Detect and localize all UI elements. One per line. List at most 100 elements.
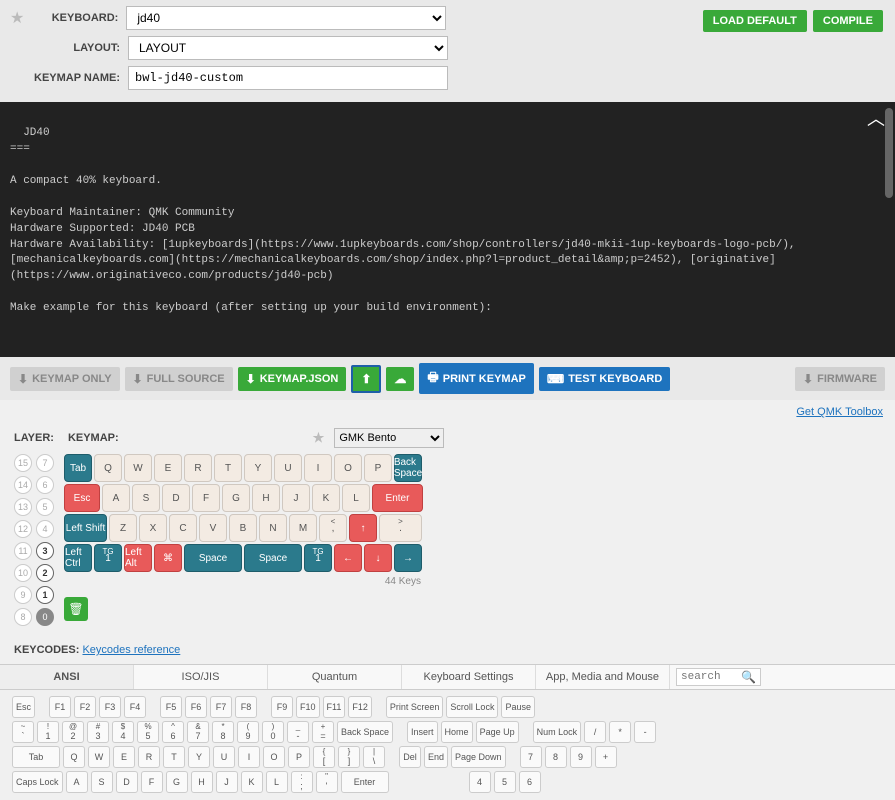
layer-10[interactable]: 10 bbox=[14, 564, 32, 582]
layer-6[interactable]: 6 bbox=[36, 476, 54, 494]
key-tab[interactable]: Tab bbox=[64, 454, 92, 482]
keycode-del[interactable]: Del bbox=[399, 746, 421, 768]
keycode-g[interactable]: G bbox=[166, 771, 188, 793]
key-z[interactable]: Z bbox=[109, 514, 137, 542]
keycode-/[interactable]: / bbox=[584, 721, 606, 743]
keyboard-select[interactable]: jd40 bbox=[126, 6, 446, 30]
key-→[interactable]: → bbox=[394, 544, 422, 572]
keycode-f2[interactable]: F2 bbox=[74, 696, 96, 718]
keycode-8[interactable]: 8 bbox=[545, 746, 567, 768]
chevron-up-icon[interactable]: ︿ bbox=[867, 108, 885, 134]
keycode-w[interactable]: W bbox=[88, 746, 110, 768]
keycode-5[interactable]: 5 bbox=[494, 771, 516, 793]
keycode-f[interactable]: F bbox=[141, 771, 163, 793]
keycode-num-lock[interactable]: Num Lock bbox=[533, 721, 582, 743]
key-v[interactable]: V bbox=[199, 514, 227, 542]
tab-quantum[interactable]: Quantum bbox=[268, 665, 402, 689]
layer-13[interactable]: 13 bbox=[14, 498, 32, 516]
key-d[interactable]: D bbox=[162, 484, 190, 512]
keycode-f7[interactable]: F7 bbox=[210, 696, 232, 718]
layer-7[interactable]: 7 bbox=[36, 454, 54, 472]
tab-iso-jis[interactable]: ISO/JIS bbox=[134, 665, 268, 689]
favorite-star-icon[interactable]: ★ bbox=[10, 8, 24, 28]
key-.[interactable]: >. bbox=[379, 514, 422, 542]
layer-0[interactable]: 0 bbox=[36, 608, 54, 626]
key-o[interactable]: O bbox=[334, 454, 362, 482]
keycode-8[interactable]: *8 bbox=[212, 721, 234, 743]
key-b[interactable]: B bbox=[229, 514, 257, 542]
print-keymap-button[interactable]: 🖶PRINT KEYMAP bbox=[419, 363, 533, 394]
layer-8[interactable]: 8 bbox=[14, 608, 32, 626]
keycode-;[interactable]: :; bbox=[291, 771, 313, 793]
key-h[interactable]: H bbox=[252, 484, 280, 512]
layout-select[interactable]: LAYOUT bbox=[128, 36, 448, 60]
keycode-pause[interactable]: Pause bbox=[501, 696, 535, 718]
keycode-f4[interactable]: F4 bbox=[124, 696, 146, 718]
key-i[interactable]: I bbox=[304, 454, 332, 482]
key-space[interactable]: Space bbox=[244, 544, 302, 572]
tab-app-media-and-mouse[interactable]: App, Media and Mouse bbox=[536, 665, 670, 689]
keycode-page-down[interactable]: Page Down bbox=[451, 746, 506, 768]
keycode-4[interactable]: 4 bbox=[469, 771, 491, 793]
qmk-toolbox-link[interactable]: Get QMK Toolbox bbox=[796, 406, 883, 418]
key-←[interactable]: ← bbox=[334, 544, 362, 572]
keycode-f8[interactable]: F8 bbox=[235, 696, 257, 718]
key-,[interactable]: <, bbox=[319, 514, 347, 542]
key-left-ctrl[interactable]: Left Ctrl bbox=[64, 544, 92, 572]
keycode-search[interactable]: 🔍 bbox=[676, 668, 761, 686]
key-m[interactable]: M bbox=[289, 514, 317, 542]
tab-keyboard-settings[interactable]: Keyboard Settings bbox=[402, 665, 536, 689]
readme-scrollbar[interactable] bbox=[885, 108, 893, 198]
key-s[interactable]: S bbox=[132, 484, 160, 512]
keycode-7[interactable]: 7 bbox=[520, 746, 542, 768]
key-e[interactable]: E bbox=[154, 454, 182, 482]
keycode-f12[interactable]: F12 bbox=[348, 696, 372, 718]
key-j[interactable]: J bbox=[282, 484, 310, 512]
keycode-*[interactable]: * bbox=[609, 721, 631, 743]
layer-12[interactable]: 12 bbox=[14, 520, 32, 538]
keycode-0[interactable]: )0 bbox=[262, 721, 284, 743]
cloud-button[interactable]: ☁ bbox=[386, 367, 414, 391]
key-back-space[interactable]: Back Space bbox=[394, 454, 422, 482]
keycode-page-up[interactable]: Page Up bbox=[476, 721, 519, 743]
firmware-button[interactable]: ⬇FIRMWARE bbox=[795, 367, 885, 391]
keycode-f9[interactable]: F9 bbox=[271, 696, 293, 718]
keycode-`[interactable]: ~` bbox=[12, 721, 34, 743]
colorway-select[interactable]: GMK Bento bbox=[334, 428, 444, 448]
keycode-f3[interactable]: F3 bbox=[99, 696, 121, 718]
keycode-j[interactable]: J bbox=[216, 771, 238, 793]
keycode-+[interactable]: + bbox=[595, 746, 617, 768]
keycode-e[interactable]: E bbox=[113, 746, 135, 768]
keycode-f6[interactable]: F6 bbox=[185, 696, 207, 718]
layer-3[interactable]: 3 bbox=[36, 542, 54, 560]
keycode-y[interactable]: Y bbox=[188, 746, 210, 768]
layer-15[interactable]: 15 bbox=[14, 454, 32, 472]
keycode-][interactable]: }] bbox=[338, 746, 360, 768]
keycode-home[interactable]: Home bbox=[441, 721, 473, 743]
trash-button[interactable]: 🗑 bbox=[64, 597, 88, 621]
key-↓[interactable]: ↓ bbox=[364, 544, 392, 572]
key-1[interactable]: TG1 bbox=[94, 544, 122, 572]
keycode-2[interactable]: @2 bbox=[62, 721, 84, 743]
key-l[interactable]: L bbox=[342, 484, 370, 512]
keycode-k[interactable]: K bbox=[241, 771, 263, 793]
keycode-3[interactable]: #3 bbox=[87, 721, 109, 743]
tab-ansi[interactable]: ANSI bbox=[0, 665, 134, 689]
keycode-f10[interactable]: F10 bbox=[296, 696, 320, 718]
keycode-9[interactable]: (9 bbox=[237, 721, 259, 743]
key-enter[interactable]: Enter bbox=[372, 484, 423, 512]
keycode-end[interactable]: End bbox=[424, 746, 448, 768]
keycode-'[interactable]: "' bbox=[316, 771, 338, 793]
key-q[interactable]: Q bbox=[94, 454, 122, 482]
keycode-f5[interactable]: F5 bbox=[160, 696, 182, 718]
keycode-6[interactable]: 6 bbox=[519, 771, 541, 793]
key-y[interactable]: Y bbox=[244, 454, 272, 482]
keymap-only-button[interactable]: ⬇KEYMAP ONLY bbox=[10, 367, 120, 391]
keycode-f1[interactable]: F1 bbox=[49, 696, 71, 718]
key-n[interactable]: N bbox=[259, 514, 287, 542]
keycode-back-space[interactable]: Back Space bbox=[337, 721, 393, 743]
key-⌘[interactable]: ⌘ bbox=[154, 544, 182, 572]
key-1[interactable]: TG1 bbox=[304, 544, 332, 572]
layer-2[interactable]: 2 bbox=[36, 564, 54, 582]
keycode-q[interactable]: Q bbox=[63, 746, 85, 768]
